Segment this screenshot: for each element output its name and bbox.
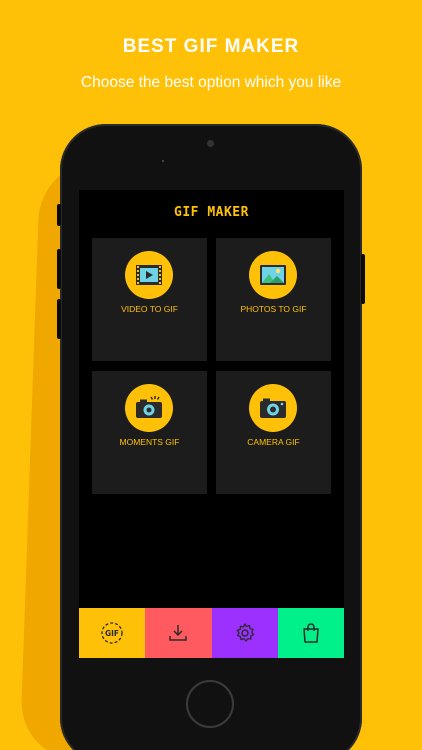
front-camera: [207, 140, 214, 147]
camera-gif-label: CAMERA GIF: [247, 437, 300, 447]
tab-shop[interactable]: [277, 608, 344, 658]
volume-down-button: [57, 299, 61, 339]
moments-gif-label: MOMENTS GIF: [119, 437, 180, 447]
home-button[interactable]: [186, 680, 234, 728]
video-to-gif-label: VIDEO TO GIF: [121, 304, 178, 314]
mute-switch: [57, 204, 61, 226]
sensor-dot: [162, 160, 164, 162]
gif-icon: GIF: [101, 622, 123, 644]
camera-gif-icon-circle: [249, 384, 297, 432]
photos-to-gif-label: PHOTOS TO GIF: [240, 304, 307, 314]
flash-camera-icon: [136, 396, 162, 418]
promo-headline: BEST GIF MAKER: [122, 36, 300, 57]
video-to-gif-tile[interactable]: VIDEO TO GIF: [92, 238, 207, 361]
tab-gif[interactable]: GIF: [79, 608, 146, 658]
app-screen: GIF MAKER VIDEO TO GIF PHOTOS TO GIF MOM…: [79, 190, 344, 658]
volume-up-button: [57, 249, 61, 289]
svg-text:GIF: GIF: [105, 629, 119, 638]
video-to-gif-icon-circle: [125, 251, 173, 299]
shopping-bag-icon: [303, 623, 319, 643]
tab-download[interactable]: [145, 608, 212, 658]
camera-gif-tile[interactable]: CAMERA GIF: [216, 371, 331, 494]
moments-gif-tile[interactable]: MOMENTS GIF: [92, 371, 207, 494]
camera-icon: [260, 398, 286, 418]
bottom-tab-bar: GIF: [79, 608, 344, 658]
app-title: GIF MAKER: [174, 205, 249, 220]
moments-gif-icon-circle: [125, 384, 173, 432]
film-icon: [136, 265, 162, 285]
power-button: [361, 254, 365, 304]
photos-to-gif-tile[interactable]: PHOTOS TO GIF: [216, 238, 331, 361]
phone-frame: GIF MAKER VIDEO TO GIF PHOTOS TO GIF MOM…: [57, 124, 365, 750]
photo-icon: [260, 265, 286, 285]
photos-to-gif-icon-circle: [249, 251, 297, 299]
tab-settings[interactable]: [211, 608, 278, 658]
gear-icon: [236, 623, 254, 642]
promo-subline: Choose the best option which you like: [80, 74, 342, 91]
download-icon: [169, 625, 188, 641]
